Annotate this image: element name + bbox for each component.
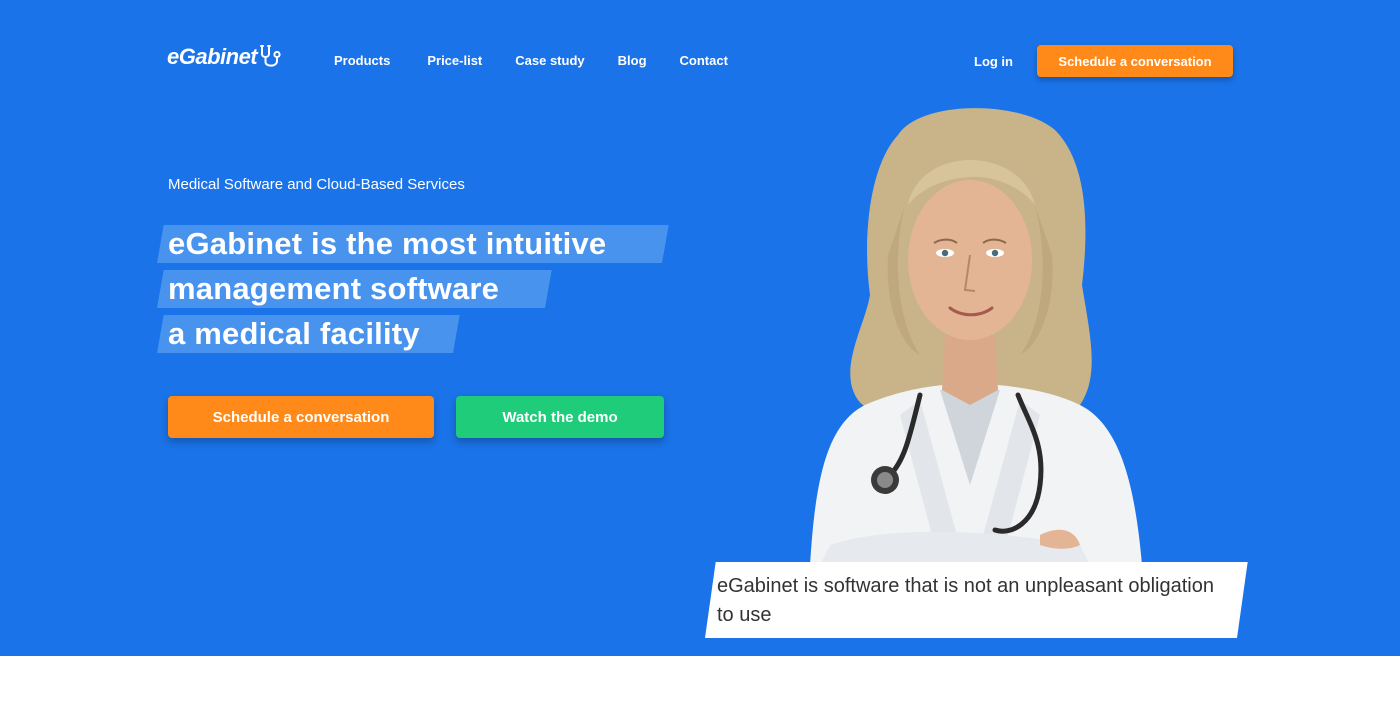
nav-link-contact[interactable]: Contact <box>680 53 728 68</box>
doctor-portrait-image <box>810 108 1142 565</box>
nav-link-products[interactable]: Products <box>334 53 390 68</box>
nav-schedule-button[interactable]: Schedule a conversation <box>1037 45 1233 77</box>
watch-demo-button[interactable]: Watch the demo <box>456 396 664 438</box>
nav-links: Products Price-list Case study Blog Cont… <box>334 53 728 68</box>
headline-text: a medical facility <box>168 316 420 351</box>
quote-text: eGabinet is software that is not an unpl… <box>717 575 1214 626</box>
headline-text: eGabinet is the most intuitive <box>168 226 607 261</box>
brand-logo[interactable]: eGabinet <box>167 44 287 70</box>
brand-name: eGabinet <box>167 44 258 69</box>
headline-text: management software <box>168 271 500 306</box>
top-navigation: eGabinet Products Price-list Case study … <box>0 0 1400 110</box>
quote-card: eGabinet is software that is not an unpl… <box>697 562 1248 638</box>
hero-section: eGabinet Products Price-list Case study … <box>0 0 1400 656</box>
nav-link-price-list[interactable]: Price-list <box>427 53 482 68</box>
nav-link-case-study[interactable]: Case study <box>515 53 584 68</box>
stethoscope-icon <box>259 44 287 70</box>
nav-link-blog[interactable]: Blog <box>618 53 647 68</box>
login-link[interactable]: Log in <box>974 54 1013 69</box>
hero-subtitle: Medical Software and Cloud-Based Service… <box>168 176 465 193</box>
schedule-conversation-button[interactable]: Schedule a conversation <box>168 396 434 438</box>
